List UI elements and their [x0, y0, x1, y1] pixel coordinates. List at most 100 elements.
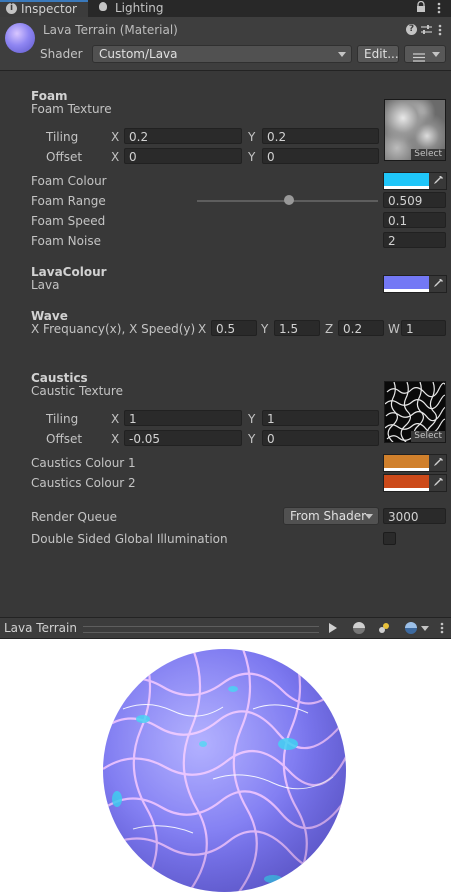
help-icon[interactable]: ?	[406, 24, 417, 35]
light-toggle-icon[interactable]	[377, 621, 391, 635]
caustic-texture-label: Caustic Texture	[31, 384, 123, 398]
foam-texture-thumbnail[interactable]: Select	[384, 99, 446, 161]
foam-offset-label: Offset	[46, 150, 83, 164]
caustics-header: Caustics	[31, 371, 88, 385]
wave-y-field[interactable]: 1.5	[274, 320, 320, 336]
caustics-colour-1-picker[interactable]	[429, 454, 447, 472]
caustics-colour-1-swatch[interactable]	[383, 454, 430, 472]
lava-label: Lava	[31, 278, 60, 292]
eyedropper-icon	[433, 478, 443, 486]
preview-resize-handle[interactable]	[83, 626, 319, 633]
shader-value: Custom/Lava	[99, 47, 178, 61]
caustics-colour-2-label: Caustics Colour 2	[31, 476, 136, 490]
play-icon[interactable]	[329, 623, 337, 633]
wave-z-axis: Z	[325, 322, 334, 336]
wave-w-axis: W	[388, 322, 400, 336]
foam-colour-swatch[interactable]	[383, 172, 430, 190]
shader-label: Shader	[40, 47, 83, 61]
wave-x-axis: X	[198, 322, 207, 336]
foam-offset-y-axis: Y	[248, 150, 256, 164]
caustic-texture-thumbnail[interactable]: Select	[384, 381, 446, 443]
render-queue-label: Render Queue	[31, 510, 117, 524]
eyedropper-icon	[433, 458, 443, 466]
chevron-down-icon	[365, 514, 373, 519]
foam-texture-select[interactable]: Select	[411, 149, 445, 160]
edit-shader-label: Edit...	[364, 47, 399, 61]
material-sphere-icon	[5, 23, 35, 53]
foam-colour-picker[interactable]	[429, 172, 447, 190]
caustic-tiling-x-axis: X	[111, 412, 120, 426]
preview-kebab-icon[interactable]	[440, 622, 444, 634]
foam-range-slider-thumb[interactable]	[284, 195, 295, 205]
foam-range-field[interactable]: 0.509	[383, 192, 446, 208]
material-title: Lava Terrain (Material)	[43, 23, 178, 37]
caustic-offset-x-field[interactable]: -0.05	[124, 430, 242, 446]
foam-tiling-y-field[interactable]: 0.2	[262, 128, 379, 144]
caustics-colour-1-label: Caustics Colour 1	[31, 456, 136, 470]
foam-tiling-x-field[interactable]: 0.2	[124, 128, 242, 144]
tab-inspector[interactable]: i Inspector	[0, 0, 88, 17]
chevron-down-icon	[432, 52, 440, 57]
sphere-shading	[103, 649, 346, 892]
wave-header: Wave	[31, 309, 68, 323]
foam-noise-label: Foam Noise	[31, 234, 101, 248]
foam-header: Foam	[31, 89, 68, 103]
wave-x-field[interactable]: 0.5	[211, 320, 257, 336]
shader-dropdown[interactable]: Custom/Lava	[92, 45, 352, 63]
lock-icon[interactable]	[416, 0, 426, 13]
foam-tiling-label: Tiling	[46, 130, 79, 144]
chevron-down-icon[interactable]	[421, 626, 429, 631]
preview-mesh-sphere-icon[interactable]	[353, 622, 365, 634]
chevron-down-icon	[338, 52, 346, 57]
eyedropper-icon	[433, 176, 443, 184]
caustic-offset-x-axis: X	[111, 432, 120, 446]
info-icon: i	[6, 3, 17, 14]
render-queue-mode-value: From Shader	[290, 509, 367, 523]
caustic-offset-label: Offset	[46, 432, 83, 446]
list-icon	[413, 50, 425, 66]
tab-inspector-label: Inspector	[21, 2, 77, 16]
render-queue-mode-dropdown[interactable]: From Shader	[283, 507, 379, 525]
lava-colour-swatch[interactable]	[383, 275, 430, 293]
foam-texture-label: Foam Texture	[31, 102, 112, 116]
caustic-texture-select[interactable]: Select	[411, 431, 445, 442]
foam-noise-field[interactable]: 2	[383, 232, 446, 248]
lava-colour-header: LavaColour	[31, 265, 107, 279]
foam-speed-field[interactable]: 0.1	[383, 212, 446, 228]
foam-colour-label: Foam Colour	[31, 174, 107, 188]
caustic-tiling-y-axis: Y	[248, 412, 256, 426]
caustic-tiling-label: Tiling	[46, 412, 79, 426]
foam-offset-y-field[interactable]: 0	[262, 148, 379, 164]
double-sided-gi-checkbox[interactable]	[383, 532, 396, 545]
material-menu-dropdown[interactable]	[404, 45, 446, 63]
caustics-colour-2-swatch[interactable]	[383, 474, 430, 492]
wave-vector-label: X Frequancy(x), X Speed(y), Z	[31, 322, 196, 336]
header-kebab-icon[interactable]	[438, 24, 442, 36]
foam-range-label: Foam Range	[31, 194, 106, 208]
tab-lighting-label: Lighting	[115, 1, 164, 15]
material-preview-sphere	[103, 649, 346, 892]
bulb-icon	[99, 2, 107, 11]
caustic-tiling-y-field[interactable]: 1	[262, 410, 379, 426]
caustic-tiling-x-field[interactable]: 1	[124, 410, 242, 426]
preset-sliders-icon[interactable]	[421, 24, 432, 35]
foam-tiling-x-axis: X	[111, 130, 120, 144]
lava-colour-picker[interactable]	[429, 275, 447, 293]
caustics-colour-2-picker[interactable]	[429, 474, 447, 492]
foam-speed-label: Foam Speed	[31, 214, 106, 228]
foam-offset-x-field[interactable]: 0	[124, 148, 242, 164]
wave-z-field[interactable]: 0.2	[338, 320, 384, 336]
render-queue-field[interactable]: 3000	[383, 508, 446, 524]
caustic-offset-y-field[interactable]: 0	[262, 430, 379, 446]
foam-tiling-y-axis: Y	[248, 130, 256, 144]
preview-title: Lava Terrain	[4, 621, 77, 635]
wave-y-axis: Y	[261, 322, 269, 336]
preview-background-sphere-icon[interactable]	[405, 622, 417, 634]
double-sided-gi-label: Double Sided Global Illumination	[31, 532, 228, 546]
caustic-offset-y-axis: Y	[248, 432, 256, 446]
eyedropper-icon	[433, 279, 443, 287]
kebab-menu-icon[interactable]	[437, 2, 441, 14]
wave-w-field[interactable]: 1	[401, 320, 446, 336]
tab-lighting[interactable]: Lighting	[89, 0, 175, 17]
edit-shader-button[interactable]: Edit...	[357, 45, 399, 63]
